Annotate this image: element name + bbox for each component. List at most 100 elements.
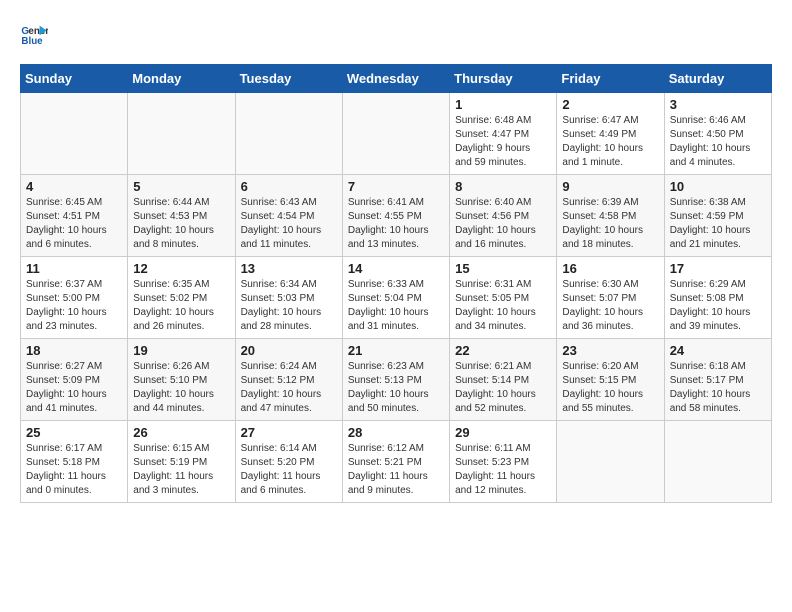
day-number: 10 xyxy=(670,179,766,194)
day-info: Sunrise: 6:38 AM Sunset: 4:59 PM Dayligh… xyxy=(670,196,766,252)
weekday-header: Tuesday xyxy=(235,65,342,93)
calendar-cell: 9Sunrise: 6:39 AM Sunset: 4:58 PM Daylig… xyxy=(557,175,664,257)
day-info: Sunrise: 6:20 AM Sunset: 5:15 PM Dayligh… xyxy=(562,360,658,416)
day-number: 26 xyxy=(133,425,229,440)
day-info: Sunrise: 6:44 AM Sunset: 4:53 PM Dayligh… xyxy=(133,196,229,252)
day-info: Sunrise: 6:23 AM Sunset: 5:13 PM Dayligh… xyxy=(348,360,444,416)
day-info: Sunrise: 6:47 AM Sunset: 4:49 PM Dayligh… xyxy=(562,114,658,170)
day-info: Sunrise: 6:14 AM Sunset: 5:20 PM Dayligh… xyxy=(241,442,337,498)
calendar-cell: 1Sunrise: 6:48 AM Sunset: 4:47 PM Daylig… xyxy=(450,93,557,175)
calendar-cell: 14 Sunrise: 6:33 AM Sunset: 5:04 PM Dayli… xyxy=(342,257,449,339)
page-header: G eneral Blue xyxy=(20,20,772,48)
day-info: Sunrise: 6:41 AM Sunset: 4:55 PM Dayligh… xyxy=(348,196,444,252)
calendar-cell: 22 Sunrise: 6:21 AM Sunset: 5:14 PM Dayli… xyxy=(450,339,557,421)
calendar-cell: 3 Sunrise: 6:46 AM Sunset: 4:50 PM Daylig… xyxy=(664,93,771,175)
calendar-cell: 12 Sunrise: 6:35 AM Sunset: 5:02 PM Dayli… xyxy=(128,257,235,339)
day-info: Sunrise: 6:18 AM Sunset: 5:17 PM Dayligh… xyxy=(670,360,766,416)
day-info: Sunrise: 6:17 AM Sunset: 5:18 PM Dayligh… xyxy=(26,442,122,498)
day-info: Sunrise: 6:48 AM Sunset: 4:47 PM Dayligh… xyxy=(455,114,551,170)
day-info: Sunrise: 6:34 AM Sunset: 5:03 PM Dayligh… xyxy=(241,278,337,334)
day-number: 8 xyxy=(455,179,551,194)
day-number: 27 xyxy=(241,425,337,440)
day-number: 23 xyxy=(562,343,658,358)
calendar-cell xyxy=(235,93,342,175)
calendar-cell: 27 Sunrise: 6:14 AM Sunset: 5:20 PM Dayli… xyxy=(235,421,342,503)
day-info: Sunrise: 6:21 AM Sunset: 5:14 PM Dayligh… xyxy=(455,360,551,416)
day-number: 3 xyxy=(670,97,766,112)
calendar-cell: 26 Sunrise: 6:15 AM Sunset: 5:19 PM Dayli… xyxy=(128,421,235,503)
day-number: 21 xyxy=(348,343,444,358)
day-number: 29 xyxy=(455,425,551,440)
calendar-cell: 28 Sunrise: 6:12 AM Sunset: 5:21 PM Dayli… xyxy=(342,421,449,503)
calendar-cell: 17 Sunrise: 6:29 AM Sunset: 5:08 PM Dayli… xyxy=(664,257,771,339)
day-number: 4 xyxy=(26,179,122,194)
day-info: Sunrise: 6:33 AM Sunset: 5:04 PM Dayligh… xyxy=(348,278,444,334)
calendar-cell: 20 Sunrise: 6:24 AM Sunset: 5:12 PM Dayli… xyxy=(235,339,342,421)
calendar-cell: 21 Sunrise: 6:23 AM Sunset: 5:13 PM Dayli… xyxy=(342,339,449,421)
day-number: 18 xyxy=(26,343,122,358)
calendar-cell xyxy=(664,421,771,503)
logo: G eneral Blue xyxy=(20,20,52,48)
calendar-cell: 16 Sunrise: 6:30 AM Sunset: 5:07 PM Dayli… xyxy=(557,257,664,339)
day-info: Sunrise: 6:15 AM Sunset: 5:19 PM Dayligh… xyxy=(133,442,229,498)
calendar-cell xyxy=(557,421,664,503)
calendar-cell: 29 Sunrise: 6:11 AM Sunset: 5:23 PM Dayli… xyxy=(450,421,557,503)
day-info: Sunrise: 6:11 AM Sunset: 5:23 PM Dayligh… xyxy=(455,442,551,498)
calendar-cell: 7Sunrise: 6:41 AM Sunset: 4:55 PM Daylig… xyxy=(342,175,449,257)
day-info: Sunrise: 6:30 AM Sunset: 5:07 PM Dayligh… xyxy=(562,278,658,334)
day-info: Sunrise: 6:40 AM Sunset: 4:56 PM Dayligh… xyxy=(455,196,551,252)
calendar-cell: 4 Sunrise: 6:45 AM Sunset: 4:51 PM Daylig… xyxy=(21,175,128,257)
calendar-table: SundayMondayTuesdayWednesdayThursdayFrid… xyxy=(20,64,772,503)
day-info: Sunrise: 6:24 AM Sunset: 5:12 PM Dayligh… xyxy=(241,360,337,416)
calendar-cell: 5 Sunrise: 6:44 AM Sunset: 4:53 PM Daylig… xyxy=(128,175,235,257)
calendar-cell: 13 Sunrise: 6:34 AM Sunset: 5:03 PM Dayli… xyxy=(235,257,342,339)
day-info: Sunrise: 6:29 AM Sunset: 5:08 PM Dayligh… xyxy=(670,278,766,334)
calendar-cell: 10 Sunrise: 6:38 AM Sunset: 4:59 PM Dayli… xyxy=(664,175,771,257)
day-number: 28 xyxy=(348,425,444,440)
calendar-cell: 25 Sunrise: 6:17 AM Sunset: 5:18 PM Dayli… xyxy=(21,421,128,503)
day-number: 2 xyxy=(562,97,658,112)
calendar-cell: 11Sunrise: 6:37 AM Sunset: 5:00 PM Dayli… xyxy=(21,257,128,339)
weekday-header: Thursday xyxy=(450,65,557,93)
day-info: Sunrise: 6:46 AM Sunset: 4:50 PM Dayligh… xyxy=(670,114,766,170)
day-number: 9 xyxy=(562,179,658,194)
calendar-cell xyxy=(342,93,449,175)
day-number: 5 xyxy=(133,179,229,194)
day-number: 25 xyxy=(26,425,122,440)
logo-icon: G eneral Blue xyxy=(20,20,48,48)
day-number: 6 xyxy=(241,179,337,194)
day-number: 17 xyxy=(670,261,766,276)
day-info: Sunrise: 6:45 AM Sunset: 4:51 PM Dayligh… xyxy=(26,196,122,252)
day-number: 15 xyxy=(455,261,551,276)
svg-text:Blue: Blue xyxy=(21,36,43,47)
calendar-cell: 23 Sunrise: 6:20 AM Sunset: 5:15 PM Dayli… xyxy=(557,339,664,421)
day-number: 24 xyxy=(670,343,766,358)
calendar-cell: 19 Sunrise: 6:26 AM Sunset: 5:10 PM Dayli… xyxy=(128,339,235,421)
day-number: 19 xyxy=(133,343,229,358)
weekday-header: Friday xyxy=(557,65,664,93)
weekday-header: Sunday xyxy=(21,65,128,93)
calendar-cell: 6 Sunrise: 6:43 AM Sunset: 4:54 PM Daylig… xyxy=(235,175,342,257)
day-number: 12 xyxy=(133,261,229,276)
day-number: 13 xyxy=(241,261,337,276)
day-number: 22 xyxy=(455,343,551,358)
day-info: Sunrise: 6:35 AM Sunset: 5:02 PM Dayligh… xyxy=(133,278,229,334)
calendar-cell: 15 Sunrise: 6:31 AM Sunset: 5:05 PM Dayli… xyxy=(450,257,557,339)
day-info: Sunrise: 6:31 AM Sunset: 5:05 PM Dayligh… xyxy=(455,278,551,334)
calendar-cell: 18 Sunrise: 6:27 AM Sunset: 5:09 PM Dayli… xyxy=(21,339,128,421)
day-number: 14 xyxy=(348,261,444,276)
day-info: Sunrise: 6:12 AM Sunset: 5:21 PM Dayligh… xyxy=(348,442,444,498)
day-info: Sunrise: 6:27 AM Sunset: 5:09 PM Dayligh… xyxy=(26,360,122,416)
day-number: 16 xyxy=(562,261,658,276)
weekday-header: Saturday xyxy=(664,65,771,93)
calendar-cell: 2 Sunrise: 6:47 AM Sunset: 4:49 PM Daylig… xyxy=(557,93,664,175)
calendar-cell: 24 Sunrise: 6:18 AM Sunset: 5:17 PM Dayli… xyxy=(664,339,771,421)
weekday-header: Wednesday xyxy=(342,65,449,93)
calendar-cell xyxy=(128,93,235,175)
day-info: Sunrise: 6:37 AM Sunset: 5:00 PM Dayligh… xyxy=(26,278,122,334)
day-info: Sunrise: 6:26 AM Sunset: 5:10 PM Dayligh… xyxy=(133,360,229,416)
day-number: 20 xyxy=(241,343,337,358)
day-info: Sunrise: 6:43 AM Sunset: 4:54 PM Dayligh… xyxy=(241,196,337,252)
weekday-header: Monday xyxy=(128,65,235,93)
calendar-cell: 8 Sunrise: 6:40 AM Sunset: 4:56 PM Daylig… xyxy=(450,175,557,257)
